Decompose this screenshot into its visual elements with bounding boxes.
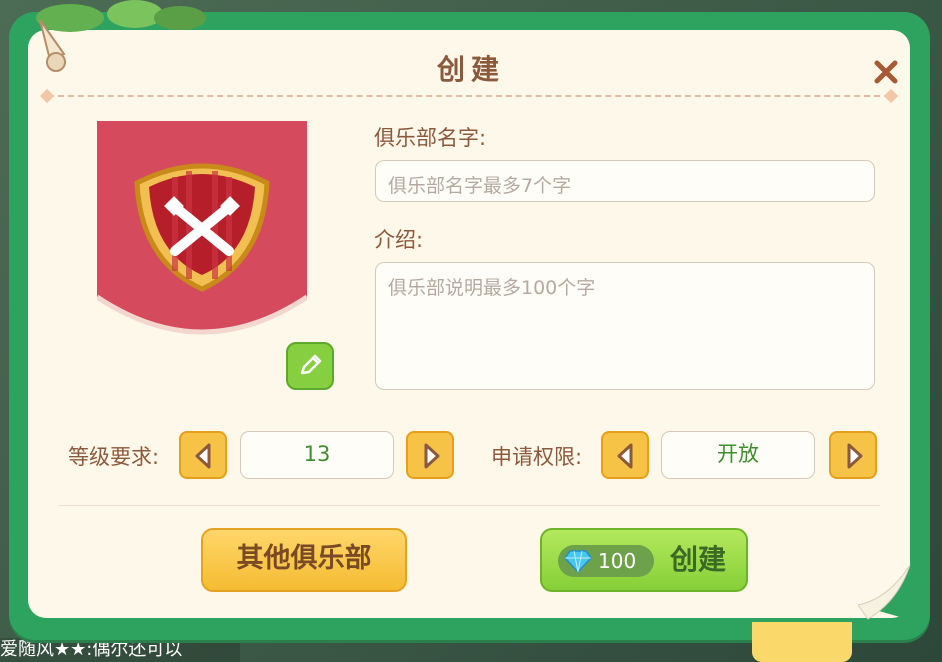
level-requirement-label: 等级要求: xyxy=(68,445,160,469)
club-name-input[interactable]: 俱乐部名字最多7个字 xyxy=(375,160,875,202)
level-decrease-button[interactable] xyxy=(179,431,227,479)
pencil-icon xyxy=(300,354,322,375)
intro-textarea[interactable]: 俱乐部说明最多100个字 xyxy=(375,262,875,390)
club-emblem xyxy=(97,121,307,335)
other-clubs-button[interactable]: 其他俱乐部 xyxy=(201,528,407,592)
permission-next-button[interactable] xyxy=(829,431,877,479)
level-increase-button[interactable] xyxy=(406,431,454,479)
title-divider xyxy=(48,95,890,99)
arrow-left-icon xyxy=(617,443,633,469)
club-name-label: 俱乐部名字: xyxy=(374,126,487,150)
permission-prev-button[interactable] xyxy=(601,431,649,479)
close-icon[interactable] xyxy=(872,58,900,86)
apply-permission-label: 申请权限: xyxy=(491,445,583,469)
diamond-gem-icon xyxy=(564,550,592,573)
leaf-decoration-icon xyxy=(36,0,206,32)
intro-label: 介绍: xyxy=(374,228,424,252)
arrow-right-icon xyxy=(847,443,863,469)
ribbon-decoration xyxy=(752,622,852,662)
section-divider xyxy=(58,505,880,506)
level-value: 13 xyxy=(240,431,394,479)
dialog-title: 创建 xyxy=(436,53,505,86)
create-club-button[interactable]: 100 创建 xyxy=(540,528,748,592)
permission-value: 开放 xyxy=(661,431,815,479)
page-curl-decoration xyxy=(858,565,914,621)
arrow-left-icon xyxy=(195,443,211,469)
cost-pill: 100 xyxy=(558,545,654,577)
create-cost: 100 xyxy=(598,549,637,573)
chat-ticker: 爱随风★★:偶尔还可以 xyxy=(0,638,240,662)
create-button-label: 创建 xyxy=(670,543,727,576)
arrow-right-icon xyxy=(424,443,440,469)
edit-emblem-button[interactable] xyxy=(286,342,334,390)
